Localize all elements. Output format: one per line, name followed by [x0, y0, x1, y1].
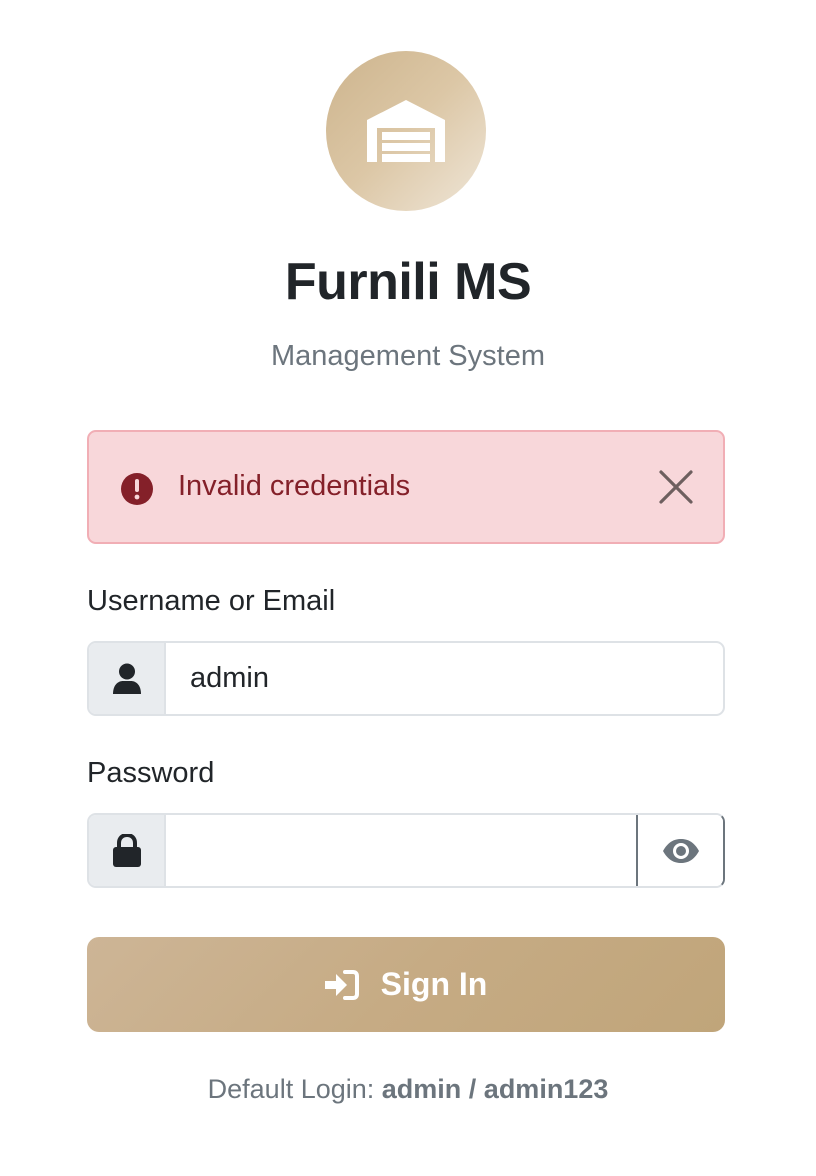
close-icon[interactable] [656, 467, 696, 507]
username-input[interactable] [166, 643, 723, 714]
login-page: Furnili MS Management System Invalid cre… [0, 0, 816, 1176]
exclamation-circle-icon [121, 473, 153, 505]
user-icon [112, 663, 141, 694]
sign-in-icon [324, 969, 359, 1000]
logo [326, 51, 486, 211]
password-label: Password [87, 757, 215, 789]
username-addon [89, 643, 166, 714]
hint-password: admin123 [483, 1074, 609, 1104]
app-title: Furnili MS [284, 253, 532, 311]
hint-username: admin [381, 1074, 462, 1104]
warehouse-icon [367, 100, 445, 162]
error-alert: Invalid credentials [87, 430, 725, 544]
alert-message: Invalid credentials [178, 470, 411, 502]
username-label: Username or Email [87, 585, 336, 617]
app-subtitle: Management System [270, 340, 545, 372]
password-input-group [87, 813, 725, 888]
eye-icon [662, 838, 699, 863]
lock-icon [112, 834, 141, 867]
sign-in-button[interactable]: Sign In [87, 937, 725, 1032]
toggle-password-button[interactable] [636, 815, 723, 886]
sign-in-label: Sign In [380, 966, 488, 1002]
password-input[interactable] [166, 815, 636, 886]
username-input-group [87, 641, 725, 716]
hint-separator: / [461, 1074, 484, 1104]
hint-prefix: Default Login: [207, 1074, 382, 1104]
password-addon [89, 815, 166, 886]
default-login-hint: Default Login: admin / admin123 [0, 1074, 816, 1105]
